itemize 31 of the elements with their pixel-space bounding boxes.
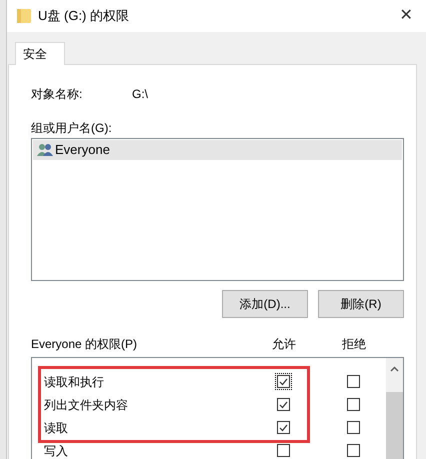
user-item[interactable]: Everyone (33, 140, 402, 160)
users-icon (37, 143, 53, 157)
folder-icon (17, 8, 31, 24)
object-name-value: G:\ (132, 86, 148, 103)
column-header: 拒绝 (341, 336, 367, 353)
permission-name: 写入 (44, 442, 69, 459)
checkbox[interactable] (276, 444, 290, 457)
close-button[interactable]: ✕ (386, 0, 426, 32)
check-icon (278, 400, 288, 408)
checkbox[interactable] (346, 421, 360, 434)
action-button[interactable]: 添加(D)... (222, 290, 308, 318)
permission-name: 读取和执行 (44, 374, 105, 390)
permission-name: 列出文件夹内容 (44, 396, 129, 414)
check-icon (278, 378, 288, 386)
scroll-up-icon[interactable] (390, 366, 399, 372)
action-button[interactable]: 删除(R) (318, 290, 404, 318)
check-icon (278, 424, 288, 432)
checkbox[interactable] (276, 421, 290, 434)
tab[interactable]: 安全 (15, 42, 65, 65)
window-title: U盘 (G:) 的权限 (38, 7, 129, 26)
checkbox[interactable] (346, 444, 360, 457)
users-label: 组或用户名(G): (31, 120, 113, 136)
permission-name: 读取 (44, 420, 69, 436)
scrollbar[interactable] (386, 358, 403, 459)
column-header: 允许 (271, 336, 297, 353)
checkbox[interactable] (346, 375, 360, 388)
object-name-label: 对象名称: (31, 86, 84, 103)
permissions-label: Everyone 的权限(P) (31, 336, 138, 353)
user-name: Everyone (55, 141, 110, 160)
checkbox[interactable] (346, 398, 360, 411)
checkbox[interactable] (276, 398, 290, 411)
